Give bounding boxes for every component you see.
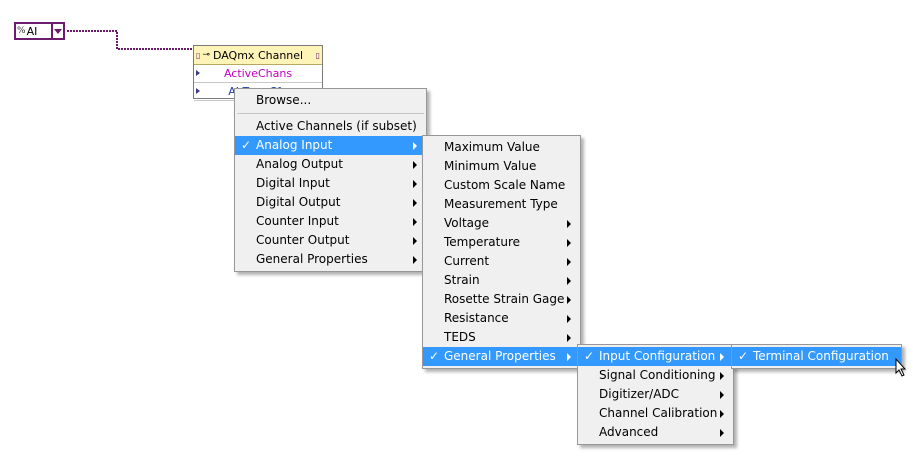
menu-separator	[237, 113, 424, 114]
menu-item-label: TEDS	[444, 330, 476, 344]
menu-item-label: General Properties	[444, 349, 556, 363]
property-node-title: DAQmx Channel	[212, 48, 304, 62]
menu-item-current[interactable]: Current	[423, 252, 580, 271]
menu-item-label: Browse...	[256, 93, 312, 107]
mouse-cursor-icon	[895, 358, 907, 377]
submenu-arrow-icon	[413, 218, 417, 226]
menu-item-general-properties[interactable]: General Properties	[235, 250, 426, 269]
menu-item-label: Analog Output	[256, 157, 343, 171]
menu-item-resistance[interactable]: Resistance	[423, 309, 580, 328]
input-terminal-icon	[196, 70, 200, 76]
menu-item-label: Resistance	[444, 311, 509, 325]
menu-item-rosette-strain-gage[interactable]: Rosette Strain Gage	[423, 290, 580, 309]
checkmark-icon: ✓	[241, 138, 252, 152]
menu-item-label: Current	[444, 254, 490, 268]
menu-item-label: Counter Output	[256, 233, 350, 247]
menu-item-counter-input[interactable]: Counter Input	[235, 212, 426, 231]
menu-item-counter-output[interactable]: Counter Output	[235, 231, 426, 250]
menu-item-label: Terminal Configuration	[753, 349, 889, 363]
menu-item-digitizer-adc[interactable]: Digitizer/ADC	[578, 385, 733, 404]
menu-item-label: Custom Scale Name	[444, 178, 566, 192]
submenu-arrow-icon	[720, 372, 724, 380]
submenu-arrow-icon	[567, 315, 571, 323]
menu-item-label: Digital Output	[256, 195, 341, 209]
menu-item-digital-output[interactable]: Digital Output	[235, 193, 426, 212]
submenu-arrow-icon	[413, 142, 417, 150]
menu-item-measurement-type[interactable]: Measurement Type	[423, 195, 580, 214]
menu-item-label: Minimum Value	[444, 159, 537, 173]
checkmark-icon: ✓	[738, 349, 749, 363]
submenu-arrow-icon	[413, 161, 417, 169]
menu-item-advanced[interactable]: Advanced	[578, 423, 733, 442]
menu-item-teds[interactable]: TEDS	[423, 328, 580, 347]
submenu-arrow-icon	[413, 237, 417, 245]
submenu-arrow-icon	[567, 353, 571, 361]
plug-icon: ⊸	[202, 50, 210, 60]
property-label: ActiveChans	[223, 67, 293, 80]
menu-item-analog-output[interactable]: Analog Output	[235, 155, 426, 174]
menu-item-label: Temperature	[444, 235, 521, 249]
menu-item-terminal-configuration[interactable]: ✓ Terminal Configuration	[732, 347, 901, 366]
constant-label: AI	[26, 24, 38, 38]
terminal-icon: ▯	[315, 50, 320, 60]
submenu-arrow-icon	[720, 391, 724, 399]
property-row-activechans[interactable]: ActiveChans	[194, 65, 322, 83]
menu-item-label: Signal Conditioning	[599, 368, 716, 382]
terminal-icon: ▯	[196, 50, 201, 60]
general-properties-submenu: ✓ Input Configuration Signal Conditioning…	[577, 344, 734, 445]
menu-item-active-channels[interactable]: Active Channels (if subset)	[235, 117, 426, 136]
menu-item-general-properties[interactable]: ✓ General Properties	[423, 347, 580, 366]
submenu-arrow-icon	[413, 256, 417, 264]
menu-item-label: Strain	[444, 273, 480, 287]
menu-item-temperature[interactable]: Temperature	[423, 233, 580, 252]
ai-constant[interactable]: % AI	[14, 22, 65, 40]
menu-item-label: Analog Input	[256, 138, 333, 152]
submenu-arrow-icon	[567, 334, 571, 342]
submenu-arrow-icon	[720, 353, 724, 361]
menu-item-label: Measurement Type	[444, 197, 558, 211]
menu-item-label: Voltage	[444, 216, 490, 230]
menu-item-label: Counter Input	[256, 214, 339, 228]
menu-item-label: Channel Calibration	[599, 406, 718, 420]
checkmark-icon: ✓	[584, 349, 595, 363]
checkmark-icon: ✓	[429, 349, 440, 363]
menu-item-custom-scale-name[interactable]: Custom Scale Name	[423, 176, 580, 195]
menu-item-label: Active Channels (if subset)	[256, 119, 417, 133]
menu-item-label: Digitizer/ADC	[599, 387, 680, 401]
submenu-arrow-icon	[567, 258, 571, 266]
menu-item-maximum-value[interactable]: Maximum Value	[423, 138, 580, 157]
submenu-arrow-icon	[567, 296, 571, 304]
input-terminal-icon	[196, 88, 200, 94]
menu-item-digital-input[interactable]: Digital Input	[235, 174, 426, 193]
submenu-arrow-icon	[720, 410, 724, 418]
submenu-arrow-icon	[567, 220, 571, 228]
menu-item-minimum-value[interactable]: Minimum Value	[423, 157, 580, 176]
submenu-arrow-icon	[413, 180, 417, 188]
menu-item-channel-calibration[interactable]: Channel Calibration	[578, 404, 733, 423]
percent-icon: %	[17, 25, 26, 36]
menu-item-voltage[interactable]: Voltage	[423, 214, 580, 233]
menu-item-label: Input Configuration	[599, 349, 716, 363]
menu-item-label: Advanced	[599, 425, 659, 439]
context-menu: Browse... Active Channels (if subset) ✓ A…	[234, 88, 427, 272]
submenu-arrow-icon	[720, 429, 724, 437]
menu-item-label: Rosette Strain Gage	[444, 292, 565, 306]
submenu-arrow-icon	[413, 199, 417, 207]
submenu-arrow-icon	[567, 277, 571, 285]
menu-item-label: Maximum Value	[444, 140, 540, 154]
input-configuration-submenu: ✓ Terminal Configuration	[731, 344, 902, 369]
menu-item-signal-conditioning[interactable]: Signal Conditioning	[578, 366, 733, 385]
property-node-header[interactable]: ▯ ⊸ DAQmx Channel ▯	[194, 46, 322, 65]
menu-item-analog-input[interactable]: ✓ Analog Input	[235, 136, 426, 155]
menu-item-label: General Properties	[256, 252, 368, 266]
dropdown-arrow-icon[interactable]	[53, 22, 65, 40]
menu-item-strain[interactable]: Strain	[423, 271, 580, 290]
analog-input-submenu: Maximum Value Minimum Value Custom Scale…	[422, 135, 581, 369]
menu-item-label: Digital Input	[256, 176, 330, 190]
menu-item-browse[interactable]: Browse...	[235, 91, 426, 110]
menu-item-input-configuration[interactable]: ✓ Input Configuration	[578, 347, 733, 366]
submenu-arrow-icon	[567, 239, 571, 247]
